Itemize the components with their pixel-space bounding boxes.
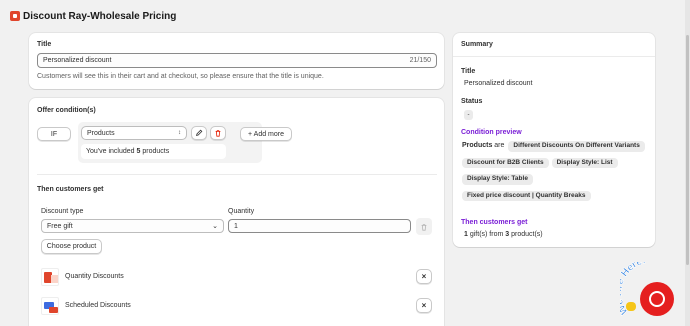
product-name: Quantity Discounts bbox=[65, 273, 124, 280]
summary-divider bbox=[453, 56, 655, 57]
page-title: Discount Ray-Wholesale Pricing bbox=[23, 10, 177, 22]
offer-divider bbox=[37, 174, 437, 175]
title-char-counter: 21/150 bbox=[409, 57, 431, 64]
if-button[interactable]: IF bbox=[37, 127, 71, 141]
product-row: Quantity Discounts × bbox=[41, 266, 432, 288]
condition-box: Products ↕ You've included 5 products bbox=[78, 122, 262, 163]
chevron-down-icon: ⌄ bbox=[212, 223, 218, 230]
title-help-text: Customers will see this in their cart an… bbox=[37, 73, 324, 80]
chat-bubble-icon[interactable] bbox=[640, 282, 674, 316]
condition-select-value: Products bbox=[87, 129, 115, 137]
condition-chip: Display Style: Table bbox=[462, 174, 533, 185]
quantity-input[interactable]: 1 bbox=[228, 219, 411, 233]
condition-chip: Different Discounts On Different Variant… bbox=[508, 141, 645, 152]
condition-preview-label: Condition preview bbox=[461, 129, 522, 136]
title-card: Title Personalized discount 21/150 Custo… bbox=[29, 33, 444, 89]
title-heading: Title bbox=[37, 41, 52, 48]
title-input-value: Personalized discount bbox=[43, 57, 112, 64]
condition-chip: Display Style: List bbox=[551, 157, 618, 168]
app-header: Discount Ray-Wholesale Pricing bbox=[0, 0, 690, 32]
then-text2: product(s) bbox=[509, 231, 543, 238]
quantity-discounts-thumbnail bbox=[41, 268, 59, 286]
included-products-box: You've included 5 products bbox=[81, 144, 226, 159]
edit-condition-button[interactable] bbox=[191, 126, 207, 140]
trash-icon bbox=[421, 223, 427, 231]
discount-type-label: Discount type bbox=[41, 208, 84, 215]
discount-type-select[interactable]: Free gift ⌄ bbox=[41, 219, 224, 233]
chat-widget[interactable]: We Are Here! bbox=[620, 262, 684, 322]
summary-card: Summary Title Personalized discount Stat… bbox=[453, 33, 655, 247]
then-heading: Then customers get bbox=[37, 186, 104, 193]
summary-heading: Summary bbox=[461, 41, 493, 48]
summary-title-label: Title bbox=[461, 68, 476, 75]
summary-status-label: Status bbox=[461, 98, 483, 105]
delete-condition-button[interactable] bbox=[210, 126, 226, 140]
offer-card: Offer condition(s) IF Products ↕ You've … bbox=[29, 98, 444, 326]
condition-chip: Discount for B2B Clients bbox=[462, 157, 549, 168]
then-customers-get-label: Then customers get bbox=[461, 219, 528, 226]
trash-icon bbox=[215, 130, 221, 137]
remove-product-button[interactable]: × bbox=[416, 298, 432, 313]
products-word: Products bbox=[462, 142, 493, 149]
if-label: IF bbox=[50, 130, 58, 138]
status-value: - bbox=[467, 112, 470, 118]
then-summary-text: 1 gift(s) from 3 product(s) bbox=[464, 231, 543, 238]
product-name: Scheduled Discounts bbox=[65, 302, 131, 309]
included-suffix: products bbox=[140, 148, 170, 155]
condition-chip: Fixed price discount | Quantity Breaks bbox=[462, 190, 591, 201]
pencil-icon bbox=[196, 129, 203, 136]
offer-heading: Offer condition(s) bbox=[37, 107, 96, 114]
product-row: Scheduled Discounts × bbox=[41, 295, 432, 317]
summary-title-value: Personalized discount bbox=[464, 80, 533, 87]
add-more-label: + Add more bbox=[248, 130, 284, 138]
discount-type-value: Free gift bbox=[47, 222, 73, 230]
app-logo-icon bbox=[10, 11, 20, 21]
are-word: are bbox=[492, 142, 505, 149]
choose-product-button[interactable]: Choose product bbox=[41, 239, 102, 254]
status-badge: - bbox=[464, 110, 473, 120]
scrollbar-thumb[interactable] bbox=[686, 35, 689, 265]
remove-product-button[interactable]: × bbox=[416, 269, 432, 284]
title-input[interactable]: Personalized discount 21/150 bbox=[37, 53, 437, 68]
quantity-value: 1 bbox=[234, 222, 238, 230]
scheduled-discounts-thumbnail bbox=[41, 297, 59, 315]
quantity-label: Quantity bbox=[228, 208, 255, 215]
hand-icon bbox=[626, 302, 636, 311]
choose-product-label: Choose product bbox=[46, 243, 97, 250]
chevron-updown-icon: ↕ bbox=[178, 130, 181, 136]
condition-chips: Products are Different Discounts On Diffe… bbox=[462, 141, 652, 204]
add-more-button[interactable]: + Add more bbox=[240, 127, 292, 141]
included-prefix: You've included bbox=[86, 148, 137, 155]
page-scrollbar[interactable] bbox=[685, 0, 690, 326]
then-text1: gift(s) from bbox=[467, 231, 506, 238]
delete-discount-button[interactable] bbox=[416, 218, 432, 235]
condition-select[interactable]: Products ↕ bbox=[81, 126, 187, 140]
